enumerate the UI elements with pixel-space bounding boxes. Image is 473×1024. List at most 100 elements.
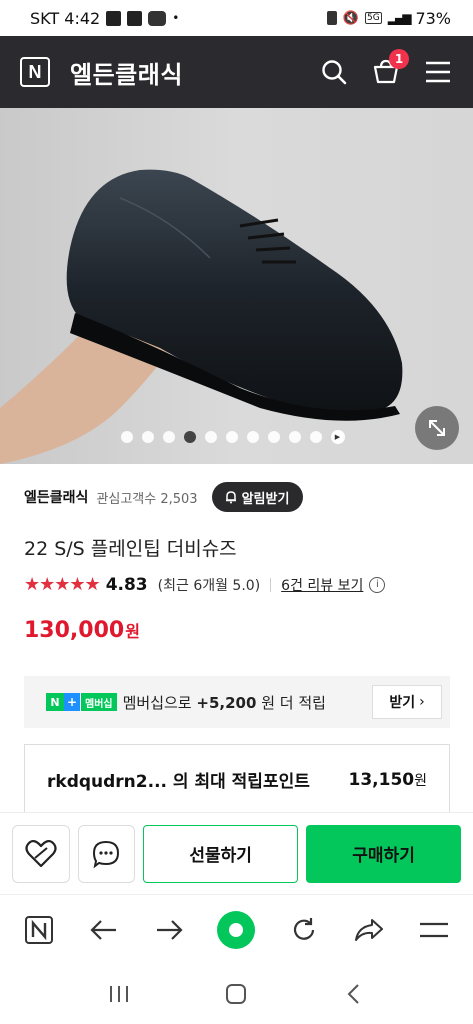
arrow-left-icon (90, 919, 117, 940)
bell-plus-icon (225, 491, 236, 504)
naver-logo-button[interactable]: N (20, 57, 50, 87)
mute-icon: 🔇 (342, 10, 360, 26)
status-right: 🔇 5G ▂▄▆ 73% (326, 8, 451, 28)
price: 130,000원 (24, 618, 140, 643)
membership-text: 멤버십으로 +5,200 원 더 적립 (123, 692, 326, 713)
gallery-pagination: ▶ (0, 430, 473, 444)
store-info-row: 엘든클래식 관심고객수 2,503 알림받기 (24, 480, 454, 514)
recent-apps-icon (109, 986, 128, 1002)
status-left: SKT 4:42 • (30, 9, 179, 28)
gallery-dot[interactable] (162, 431, 175, 443)
menu-button[interactable] (423, 57, 453, 87)
refresh-button[interactable] (287, 913, 321, 947)
app-header: N 엘든클래식 1 (0, 36, 473, 108)
product-photo-shoe (0, 108, 473, 464)
green-dot-home-button[interactable] (217, 910, 256, 949)
badge-label: 멤버십 (80, 693, 117, 711)
store-title[interactable]: 엘든클래식 (70, 55, 183, 90)
search-button[interactable] (319, 57, 349, 87)
talk-button[interactable] (77, 824, 136, 883)
gallery-notification-icon (106, 10, 122, 26)
cart-count-badge: 1 (389, 49, 409, 69)
product-title: 22 S/S 플레인팁 더비슈즈 (24, 538, 237, 560)
gallery-dot-active[interactable] (183, 431, 196, 443)
browser-toolbar (0, 894, 473, 964)
gallery-dot[interactable] (225, 431, 238, 443)
cart-button[interactable]: 1 (371, 49, 409, 87)
hamburger-menu-icon (426, 61, 450, 83)
recent-rating: (최근 6개월 5.0) (157, 577, 261, 594)
share-button[interactable] (352, 913, 386, 947)
gallery-dot[interactable] (204, 431, 217, 443)
home-button[interactable] (219, 977, 253, 1011)
points-value: 13,150 (348, 769, 415, 790)
expand-icon (429, 420, 445, 436)
gallery-dot[interactable] (141, 431, 154, 443)
signal-icon: ▂▄▆ (387, 11, 412, 25)
green-dot-icon (229, 922, 244, 937)
divider (270, 577, 272, 592)
back-button[interactable] (87, 913, 121, 947)
gift-button[interactable]: 선물하기 (143, 824, 299, 883)
heart-icon (25, 839, 57, 867)
youtube-notification-icon (148, 10, 167, 26)
arrow-right-icon (157, 919, 183, 940)
purchase-action-bar: 선물하기 구매하기 (0, 812, 473, 894)
naver-plus-membership-badge: N + 멤버십 (46, 693, 117, 711)
membership-text-suffix: 원 더 적립 (261, 693, 326, 712)
star-rating-icon: ★★★★★ (24, 574, 101, 595)
follower-count: 관심고객수 2,503 (96, 491, 198, 507)
rating-row: ★★★★★ 4.83 (최근 6개월 5.0) 6건 리뷰 보기 i (24, 574, 454, 595)
app-notification-icon (127, 10, 143, 26)
forward-button[interactable] (152, 913, 186, 947)
review-link[interactable]: 6건 리뷰 보기 (281, 575, 363, 595)
receive-button[interactable]: 받기 › (372, 685, 442, 719)
info-icon[interactable]: i (369, 576, 386, 593)
product-image-gallery[interactable]: ▶ (0, 108, 473, 464)
gallery-dot[interactable] (288, 431, 301, 443)
gallery-dot[interactable] (267, 431, 280, 443)
chevron-right-icon: › (419, 694, 425, 710)
system-navigation-bar (0, 964, 473, 1024)
home-square-icon (226, 984, 247, 1004)
max-points-box: rkdqudrn2... 의 최대 적립포인트 13,150원 (24, 744, 450, 814)
gallery-dot[interactable] (309, 431, 322, 443)
store-name-link[interactable]: 엘든클래식 (24, 487, 88, 507)
gallery-dot[interactable] (246, 431, 259, 443)
battery-level: 73% (415, 8, 451, 28)
membership-benefit-box: N + 멤버십 멤버십으로 +5,200 원 더 적립 받기 › (24, 676, 450, 728)
receive-label: 받기 (389, 695, 416, 711)
chevron-left-icon (347, 984, 359, 1004)
buy-button[interactable]: 구매하기 (306, 824, 462, 883)
points-unit: 원 (414, 772, 427, 789)
browser-menu-button[interactable] (417, 913, 451, 947)
carrier-time: SKT 4:42 (30, 8, 101, 28)
recent-apps-button[interactable] (102, 977, 136, 1011)
network-5g-icon: 5G (365, 12, 382, 24)
membership-text-prefix: 멤버십으로 (122, 693, 192, 712)
expand-image-button[interactable] (415, 406, 459, 450)
status-bar: SKT 4:42 • 🔇 5G ▂▄▆ 73% (0, 0, 473, 36)
hamburger-menu-icon (419, 922, 448, 937)
chat-bubble-icon (93, 840, 120, 868)
notify-label: 알림받기 (241, 491, 290, 507)
points-label: rkdqudrn2... 의 최대 적립포인트 (47, 772, 310, 792)
video-play-icon[interactable]: ▶ (330, 430, 345, 444)
badge-plus: + (64, 693, 80, 711)
gallery-dot[interactable] (120, 431, 133, 443)
naver-home-button[interactable] (22, 913, 56, 947)
more-notifications-icon: • (172, 11, 180, 25)
points-value-wrap: 13,150원 (349, 770, 428, 790)
price-currency: 원 (125, 622, 140, 641)
refresh-icon (293, 917, 314, 940)
share-arrow-icon (354, 918, 383, 941)
system-back-button[interactable] (337, 977, 371, 1011)
lock-icon (326, 11, 337, 25)
badge-n: N (46, 693, 64, 711)
wishlist-button[interactable] (12, 824, 70, 883)
notify-button[interactable]: 알림받기 (211, 482, 304, 512)
header-actions: 1 (319, 49, 453, 87)
naver-n-icon (25, 915, 53, 944)
search-icon (322, 60, 347, 85)
membership-amount: +5,200 (196, 693, 257, 712)
